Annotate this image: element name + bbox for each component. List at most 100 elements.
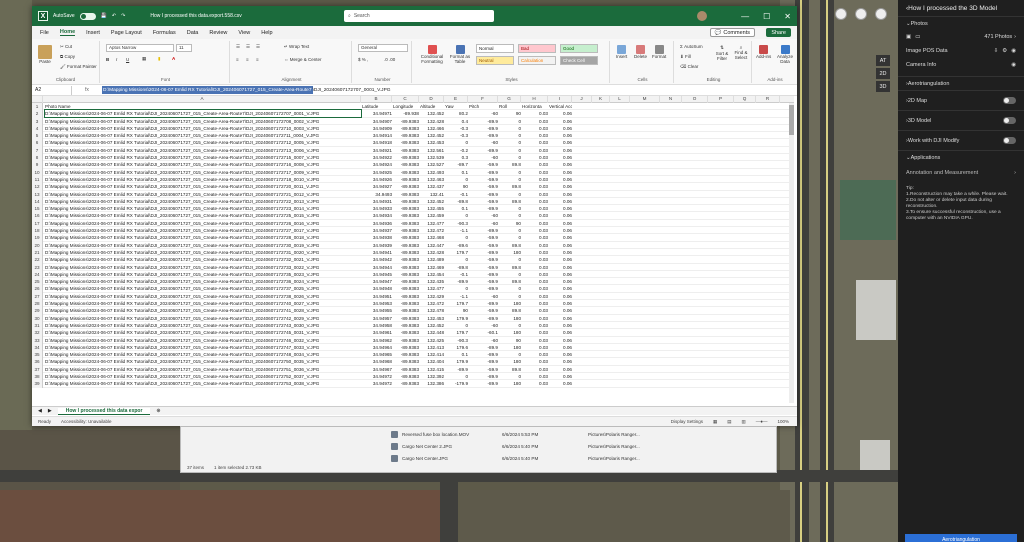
cell[interactable]: 132.455 xyxy=(420,205,444,212)
cell[interactable]: 34.94968 xyxy=(362,358,392,365)
dji-modify-row[interactable]: › Work with DJI Modify xyxy=(898,130,1024,150)
cell[interactable]: 0 xyxy=(499,227,521,234)
cell[interactable]: -0.2 xyxy=(445,147,468,154)
cell[interactable]: 0 xyxy=(499,212,521,219)
cell[interactable]: -89.9 xyxy=(469,300,498,307)
cell[interactable]: 34.94971 xyxy=(362,110,392,117)
cell[interactable]: -1.1 xyxy=(445,227,468,234)
cell[interactable]: 132.493 xyxy=(420,169,444,176)
cell[interactable]: D:\Mapping Missions\2024-06-07 Emlid RX … xyxy=(45,249,361,256)
tab-view[interactable]: View xyxy=(238,30,250,36)
row-number[interactable]: 33 xyxy=(32,336,43,344)
table-row[interactable]: 32 D:\Mapping Missions\2024-06-07 Emlid R… xyxy=(32,329,794,337)
cell[interactable]: 0.06 xyxy=(549,285,572,292)
cell[interactable]: 34.94918 xyxy=(362,139,392,146)
cell[interactable]: 0.1 xyxy=(445,169,468,176)
tab-data[interactable]: Data xyxy=(187,30,199,36)
cell[interactable]: 0.06 xyxy=(549,351,572,358)
table-row[interactable]: 20 D:\Mapping Missions\2024-06-07 Emlid R… xyxy=(32,241,794,249)
table-row[interactable]: 8 D:\Mapping Missions\2024-06-07 Emlid RX… xyxy=(32,154,794,162)
row-number[interactable]: 31 xyxy=(32,321,43,330)
analyze-data-button[interactable]: Analyze Data xyxy=(776,45,794,64)
cell[interactable]: -89.9383 xyxy=(393,139,419,146)
italic-button[interactable]: I xyxy=(116,57,117,62)
cell[interactable]: 180 xyxy=(499,358,521,365)
table-row[interactable]: 18 D:\Mapping Missions\2024-06-07 Emlid R… xyxy=(32,227,794,235)
cell[interactable]: D:\Mapping Missions\2024-06-07 Emlid RX … xyxy=(45,278,361,285)
cell[interactable]: 132.41 xyxy=(420,191,444,198)
table-row[interactable]: 37 D:\Mapping Missions\2024-06-07 Emlid R… xyxy=(32,365,794,373)
select-all-corner[interactable] xyxy=(32,96,43,103)
cell[interactable]: -59.9 xyxy=(469,264,498,271)
cell[interactable]: -89.9383 xyxy=(393,329,419,336)
cell[interactable]: 34.94927 xyxy=(362,183,392,190)
photos-section-header[interactable]: ⌄ Photos xyxy=(898,16,1024,30)
cell[interactable]: 0.03 xyxy=(522,337,548,344)
cell[interactable]: 132.527 xyxy=(420,161,444,168)
cell[interactable]: D:\Mapping Missions\2024-06-07 Emlid RX … xyxy=(45,191,361,198)
cell[interactable]: 0.03 xyxy=(522,366,548,373)
column-title[interactable]: Yaw xyxy=(445,103,468,110)
cell[interactable]: 34.94953 xyxy=(362,300,392,307)
cell[interactable]: -60 xyxy=(469,139,498,146)
table-row[interactable]: 12 D:\Mapping Missions\2024-06-07 Emlid R… xyxy=(32,183,794,191)
cell[interactable]: 0.03 xyxy=(522,285,548,292)
table-row[interactable]: 26 D:\Mapping Missions\2024-06-07 Emlid R… xyxy=(32,285,794,293)
sort-filter-button[interactable]: ⇅ Sort & Filter xyxy=(714,45,730,61)
fill-button[interactable]: ⬇ Fill xyxy=(680,54,691,60)
cell[interactable]: -89.9383 xyxy=(393,322,419,329)
cell[interactable]: 0 xyxy=(499,191,521,198)
cell[interactable]: -89.9 xyxy=(469,125,498,132)
cell[interactable]: 0.03 xyxy=(522,125,548,132)
cell[interactable]: 0.03 xyxy=(522,380,548,387)
wrap-text-button[interactable]: ↵ Wrap Text xyxy=(284,44,309,50)
cell[interactable]: 90 xyxy=(499,337,521,344)
cell[interactable]: -0.3 xyxy=(445,125,468,132)
cell[interactable]: -0.3 xyxy=(445,132,468,139)
annotation-row[interactable]: Annotation and Measurement › xyxy=(898,164,1024,182)
cell[interactable]: D:\Mapping Missions\2024-06-07 Emlid RX … xyxy=(45,300,361,307)
cell[interactable]: 34.94964 xyxy=(362,344,392,351)
cell[interactable]: -89.9 xyxy=(469,315,498,322)
cell[interactable]: 132.466 xyxy=(420,125,444,132)
cell[interactable]: 34.94944 xyxy=(362,264,392,271)
column-header-i[interactable]: I xyxy=(548,96,572,103)
row-number[interactable]: 28 xyxy=(32,300,43,308)
paste-button[interactable]: Paste xyxy=(38,45,52,64)
cell[interactable]: 0.06 xyxy=(549,322,572,329)
cell[interactable]: 132.472 xyxy=(420,227,444,234)
cell[interactable]: -60.1 xyxy=(469,329,498,336)
minimize-icon[interactable]: — xyxy=(741,12,749,21)
cell[interactable]: 0.03 xyxy=(522,139,548,146)
cell[interactable]: -59.9 xyxy=(469,161,498,168)
style-check-cell[interactable]: Check Cell xyxy=(560,56,598,65)
model-3d-toggle[interactable] xyxy=(1003,117,1016,124)
cell[interactable]: -59.9 xyxy=(469,242,498,249)
cell[interactable]: 0.06 xyxy=(549,169,572,176)
file-row[interactable]: Cargo Net Center 2.JPG 6/6/2024 5:40 PM … xyxy=(391,441,640,452)
cell[interactable]: 132.469 xyxy=(420,264,444,271)
cell[interactable]: 132.404 xyxy=(420,358,444,365)
cell[interactable]: 0.03 xyxy=(522,147,548,154)
dji-modify-toggle[interactable] xyxy=(1003,137,1016,144)
row-number[interactable]: 30 xyxy=(32,314,43,322)
row-number[interactable]: 11 xyxy=(32,175,43,184)
cell[interactable]: -89.9383 xyxy=(393,271,419,278)
cell[interactable]: 0.06 xyxy=(549,139,572,146)
conditional-formatting-button[interactable]: Conditional Formatting xyxy=(418,45,446,64)
name-box[interactable]: A2 xyxy=(32,85,72,95)
cell[interactable]: 34.94972 xyxy=(362,380,392,387)
cell[interactable]: 89.8 xyxy=(499,264,521,271)
cell[interactable]: 0.03 xyxy=(522,351,548,358)
column-header-j[interactable]: J xyxy=(572,96,592,103)
cell[interactable]: 0.06 xyxy=(549,147,572,154)
cell[interactable]: 34.94962 xyxy=(362,337,392,344)
cell[interactable]: 0.06 xyxy=(549,132,572,139)
cell[interactable]: D:\Mapping Missions\2024-06-07 Emlid RX … xyxy=(45,227,361,234)
cell[interactable]: 132.477 xyxy=(420,220,444,227)
cell[interactable]: 0 xyxy=(445,322,468,329)
cell[interactable]: D:\Mapping Missions\2024-06-07 Emlid RX … xyxy=(45,344,361,351)
cell[interactable]: -89.9383 xyxy=(393,198,419,205)
cell[interactable]: -89.7 xyxy=(445,161,468,168)
cell[interactable]: 0 xyxy=(499,373,521,380)
